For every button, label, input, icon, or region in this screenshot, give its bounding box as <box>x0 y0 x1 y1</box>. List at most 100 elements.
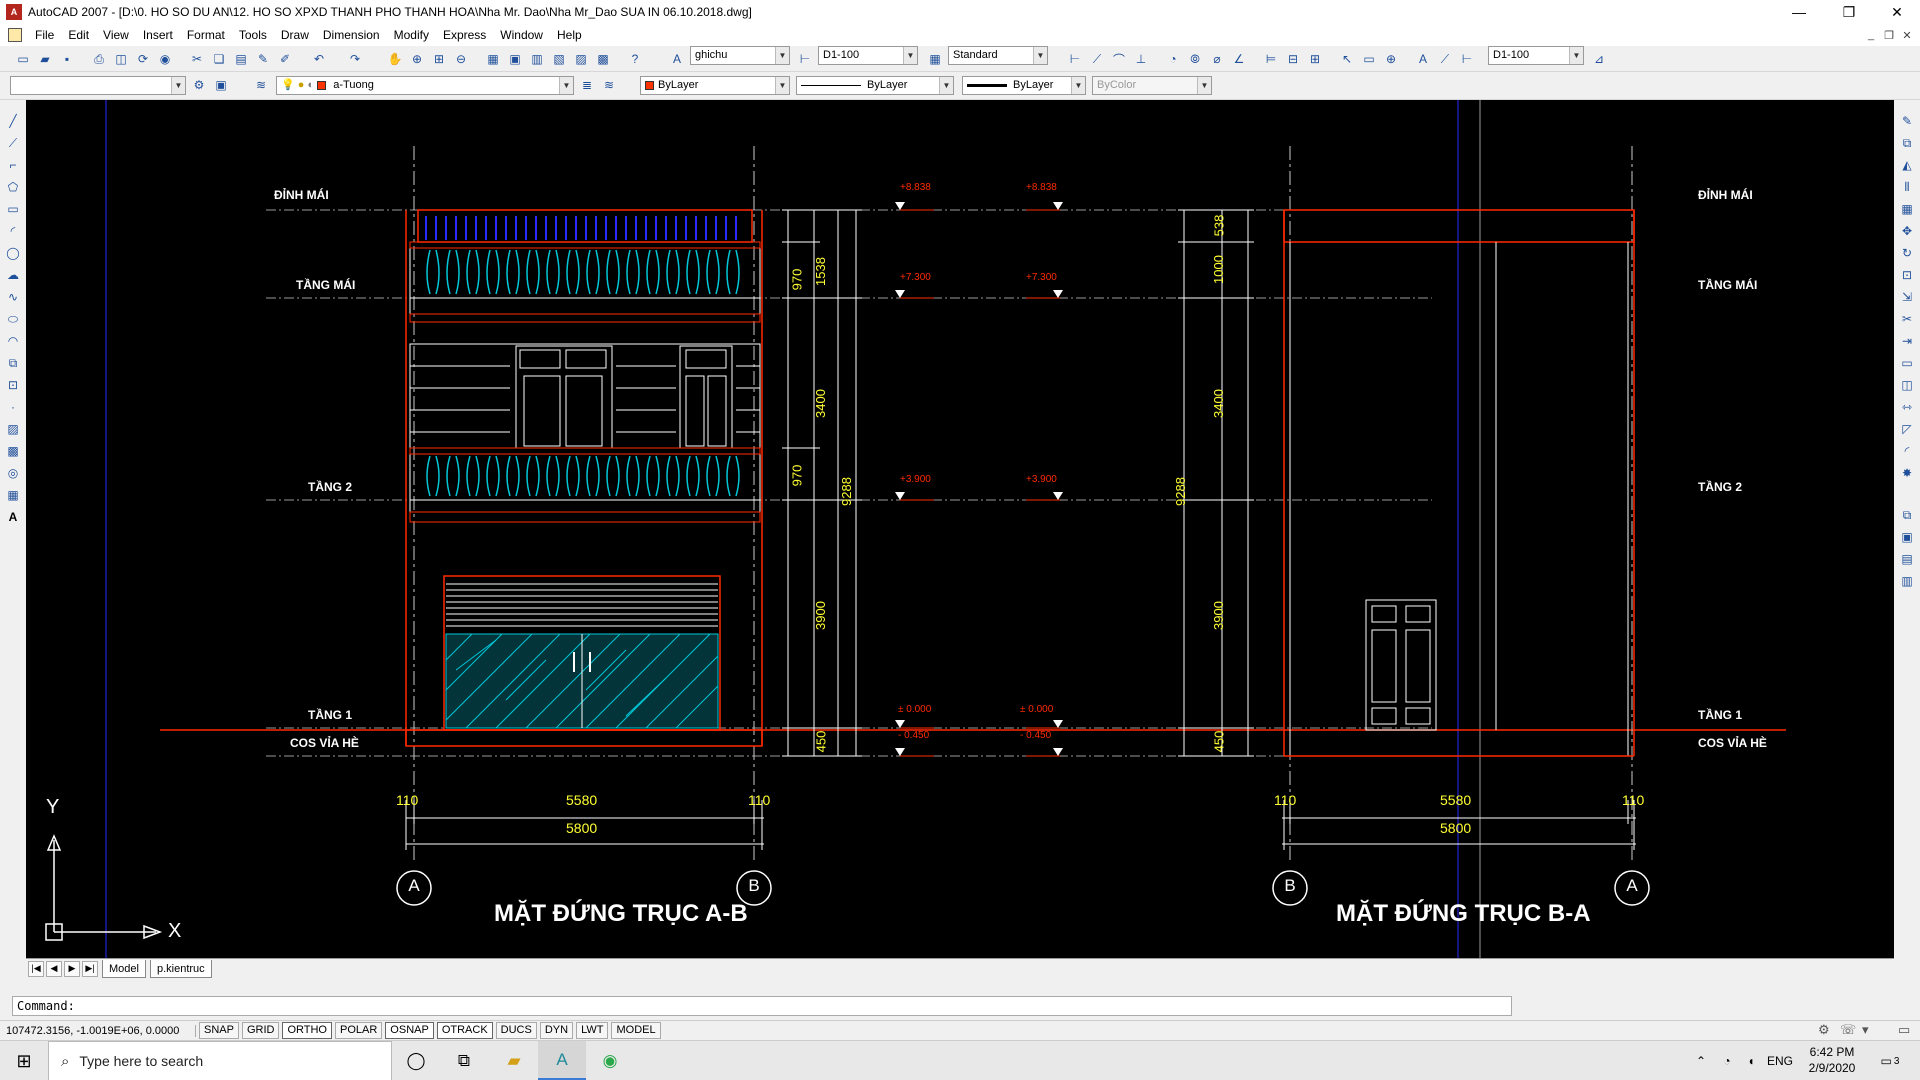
redo-icon[interactable]: ↷ <box>346 50 364 68</box>
help-icon[interactable]: ? <box>626 50 644 68</box>
fillet-icon[interactable]: ◜ <box>1898 442 1916 460</box>
paste-icon[interactable]: ▤ <box>232 50 250 68</box>
clean-screen-icon[interactable]: ▭ <box>1898 1022 1910 1038</box>
plot-preview-icon[interactable]: ◫ <box>112 50 130 68</box>
layer-select[interactable]: 💡 ● ◐ a-Tuong ▼ <box>276 76 574 95</box>
point-icon[interactable]: · <box>4 398 22 416</box>
menu-help[interactable]: Help <box>550 24 589 46</box>
linetype-select[interactable]: ByLayer ▼ <box>796 76 954 95</box>
save-workspace-icon[interactable]: ▣ <box>212 76 230 94</box>
doc-close-button[interactable]: ✕ <box>1898 27 1916 43</box>
menu-file[interactable]: File <box>28 24 61 46</box>
table-style-icon[interactable]: ▦ <box>926 50 944 68</box>
prev-tab-icon[interactable]: ◀ <box>46 960 62 977</box>
dim-style-manager-icon[interactable]: ⊿ <box>1590 50 1608 68</box>
color-select[interactable]: ByLayer ▼ <box>640 76 790 95</box>
sheet-set-icon[interactable]: ▧ <box>550 50 568 68</box>
dim-style-select-2[interactable]: D1-100 ▼ <box>1488 46 1584 65</box>
doc-minimize-button[interactable]: _ <box>1862 27 1880 43</box>
status-menu-icon[interactable]: ▾ <box>1862 1022 1869 1038</box>
lineweight-select[interactable]: ByLayer ▼ <box>962 76 1086 95</box>
otrack-toggle[interactable]: OTRACK <box>436 1022 493 1039</box>
explode-icon[interactable]: ✸ <box>1898 464 1916 482</box>
doc-restore-button[interactable]: ❐ <box>1880 27 1898 43</box>
hatch-icon[interactable]: ▨ <box>4 420 22 438</box>
osnap-toggle[interactable]: OSNAP <box>385 1022 434 1039</box>
properties-icon[interactable]: ▦ <box>484 50 502 68</box>
undo-icon[interactable]: ↶ <box>310 50 328 68</box>
menu-edit[interactable]: Edit <box>61 24 96 46</box>
next-tab-icon[interactable]: ▶ <box>64 960 80 977</box>
first-tab-icon[interactable]: |◀ <box>28 960 44 977</box>
menu-modify[interactable]: Modify <box>387 24 436 46</box>
tolerance-icon[interactable]: ▭ <box>1360 50 1378 68</box>
quick-dim-icon[interactable]: ⊨ <box>1262 50 1280 68</box>
menu-insert[interactable]: Insert <box>136 24 180 46</box>
region-icon[interactable]: ◎ <box>4 464 22 482</box>
design-center-icon[interactable]: ▣ <box>506 50 524 68</box>
menu-dimension[interactable]: Dimension <box>316 24 387 46</box>
rotate-icon[interactable]: ↻ <box>1898 244 1916 262</box>
multiline-text-icon[interactable]: A <box>4 508 22 526</box>
publish-icon[interactable]: ⟳ <box>134 50 152 68</box>
dim-style-icon[interactable]: ⊢ <box>796 50 814 68</box>
polygon-icon[interactable]: ⬠ <box>4 178 22 196</box>
file-explorer-icon[interactable]: ▰ <box>490 1041 538 1080</box>
center-mark-icon[interactable]: ⊕ <box>1382 50 1400 68</box>
tab-p-kientruc[interactable]: p.kientruc <box>149 959 212 978</box>
bring-front-icon[interactable]: ▣ <box>1898 528 1916 546</box>
cortana-icon[interactable]: ◯ <box>392 1041 440 1080</box>
angular-dim-icon[interactable]: ∠ <box>1230 50 1248 68</box>
language-indicator[interactable]: ENG <box>1764 1041 1796 1080</box>
diameter-dim-icon[interactable]: ⌀ <box>1208 50 1226 68</box>
bring-above-icon[interactable]: ▥ <box>1898 572 1916 590</box>
cut-icon[interactable]: ✂ <box>188 50 206 68</box>
table-style-select[interactable]: Standard ▼ <box>948 46 1048 65</box>
match-properties-icon[interactable]: ✎ <box>254 50 272 68</box>
offset-icon[interactable]: ⫴ <box>1898 178 1916 196</box>
maximize-button[interactable]: ❐ <box>1826 0 1872 24</box>
chrome-like-app-icon[interactable]: ◉ <box>586 1041 634 1080</box>
pan-icon[interactable]: ✋ <box>386 50 404 68</box>
tab-model[interactable]: Model <box>102 959 146 978</box>
text-style-select[interactable]: ghichu ▼ <box>690 46 790 65</box>
zoom-previous-icon[interactable]: ⊖ <box>452 50 470 68</box>
rectangle-icon[interactable]: ▭ <box>4 200 22 218</box>
arc-icon[interactable]: ◜ <box>4 222 22 240</box>
volume-icon[interactable]: ◖ <box>1740 1041 1762 1080</box>
menu-window[interactable]: Window <box>493 24 550 46</box>
menu-tools[interactable]: Tools <box>232 24 274 46</box>
linear-dim-icon[interactable]: ⊢ <box>1066 50 1084 68</box>
break-at-point-icon[interactable]: ▭ <box>1898 354 1916 372</box>
baseline-dim-icon[interactable]: ⊟ <box>1284 50 1302 68</box>
close-button[interactable]: ✕ <box>1874 0 1920 24</box>
dim-text-edit-icon[interactable]: ⟋ <box>1436 50 1454 68</box>
erase-icon[interactable]: ✎ <box>1898 112 1916 130</box>
stretch-icon[interactable]: ⇲ <box>1898 288 1916 306</box>
windows-start-button[interactable]: ⊞ <box>0 1041 48 1080</box>
ellipse-arc-icon[interactable]: ◠ <box>4 332 22 350</box>
drawing-canvas[interactable]: ĐỈNH MÁI TẦNG MÁI TẦNG 2 TẦNG 1 COS VỈA … <box>26 100 1894 958</box>
quick-leader-icon[interactable]: ↖ <box>1338 50 1356 68</box>
dim-update-icon[interactable]: ⊢ <box>1458 50 1476 68</box>
chamfer-icon[interactable]: ◸ <box>1898 420 1916 438</box>
revision-cloud-icon[interactable]: ☁ <box>4 266 22 284</box>
taskbar-search-box[interactable]: ⌕ Type here to search <box>48 1041 392 1080</box>
make-block-icon[interactable]: ⊡ <box>4 376 22 394</box>
layer-previous-icon[interactable]: ≋ <box>600 76 618 94</box>
menu-format[interactable]: Format <box>180 24 232 46</box>
ortho-toggle[interactable]: ORTHO <box>282 1022 332 1039</box>
dim-edit-icon[interactable]: A <box>1414 50 1432 68</box>
zoom-window-icon[interactable]: ⊞ <box>430 50 448 68</box>
make-current-layer-icon[interactable]: ≣ <box>578 76 596 94</box>
circle-icon[interactable]: ◯ <box>4 244 22 262</box>
radius-dim-icon[interactable]: ◔ <box>1164 50 1182 68</box>
tray-settings-icon[interactable]: ⚙ <box>1818 1022 1830 1038</box>
plot-icon[interactable]: ⎙ <box>90 50 108 68</box>
menu-express[interactable]: Express <box>436 24 493 46</box>
continue-dim-icon[interactable]: ⊞ <box>1306 50 1324 68</box>
aligned-dim-icon[interactable]: ⟋ <box>1088 50 1106 68</box>
ducs-toggle[interactable]: DUCS <box>495 1022 537 1039</box>
move-icon[interactable]: ✥ <box>1898 222 1916 240</box>
layer-manager-icon[interactable]: ≋ <box>252 76 270 94</box>
